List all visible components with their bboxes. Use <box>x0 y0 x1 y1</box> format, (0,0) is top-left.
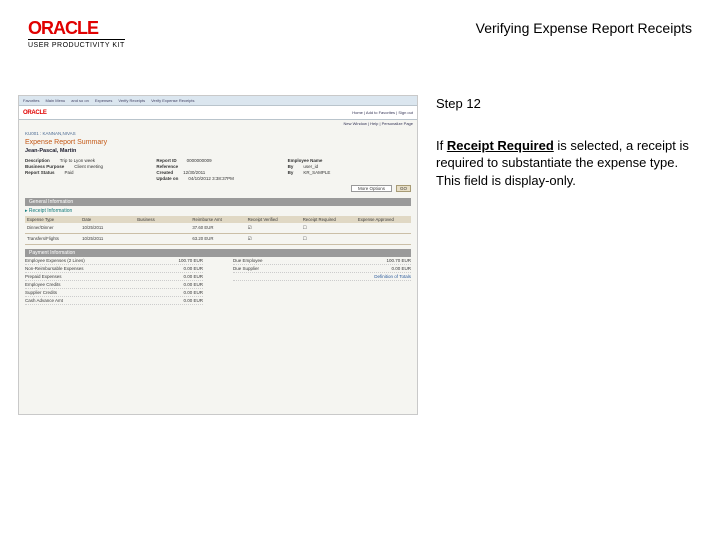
person-name: Jean-Pascal, Martin <box>25 148 411 154</box>
lbl: Reference <box>156 164 178 169</box>
val: 0.00 EUR <box>183 290 203 295</box>
field-col-left: Description Trip to Lyon week Business Pu… <box>25 157 148 182</box>
section-title: Expense Report Summary <box>25 139 411 146</box>
val: 04/10/2012 3:38:37PM <box>188 176 234 181</box>
cell <box>358 225 409 231</box>
cell: ☐ <box>303 236 354 242</box>
text: If <box>436 138 447 153</box>
val: Paid <box>65 170 74 175</box>
tab: Verify Expense Receipts <box>151 98 194 103</box>
shot-brandbar: ORACLE Home | Add to Favorites | Sign ou… <box>19 106 417 120</box>
col: Expense Type <box>27 217 78 222</box>
val: 100.70 EUR <box>178 258 203 263</box>
section-bar-general: General Information <box>25 198 411 206</box>
cell: ☑ <box>248 236 299 242</box>
val: 0.00 EUR <box>183 274 203 279</box>
lbl: Business Purpose <box>25 164 64 169</box>
val: 0.00 EUR <box>183 298 203 303</box>
cell: Transfers/Flights <box>27 236 78 242</box>
app-screenshot: Favorites Main Menu and so on Expenses V… <box>18 95 418 415</box>
field-col-right: Employee Name By user_id By KR_SAMPLE <box>288 157 411 182</box>
tab: Verify Receipts <box>118 98 145 103</box>
tab: Expenses <box>95 98 113 103</box>
payment-left: Employee Expenses (2 Lines) 100.70 EUR No… <box>25 257 203 305</box>
table-row: Dinner/Dinner 10/25/2011 37.60 EUR ☑ ☐ <box>25 223 411 234</box>
val: 0000000009 <box>187 158 212 163</box>
payment-columns: Employee Expenses (2 Lines) 100.70 EUR No… <box>25 257 411 305</box>
lbl: Employee Credits <box>25 282 61 287</box>
breadcrumb: KU001 : KANNAN,NIVAS <box>25 131 411 136</box>
val: 0.00 EUR <box>391 266 411 271</box>
lbl: Due Employee <box>233 258 263 263</box>
link: Definition of Totals <box>374 274 411 279</box>
page-header: ORACLE USER PRODUCTIVITY KIT Verifying E… <box>0 0 720 55</box>
payment-right: Due Employee 100.70 EUR Due Supplier 0.00 … <box>233 257 411 305</box>
col: Receipt Verified <box>248 217 299 222</box>
more-options-select: More Options <box>351 185 392 192</box>
val: 0.00 EUR <box>183 282 203 287</box>
lbl: Created <box>156 170 173 175</box>
lbl: By <box>288 170 294 175</box>
tab: and so on <box>71 98 89 103</box>
val: Client meeting <box>74 164 103 169</box>
lbl: By <box>288 164 294 169</box>
lbl: Employee Name <box>288 158 323 163</box>
cell: 37.60 EUR <box>192 225 243 231</box>
cell: 63.20 EUR <box>192 236 243 242</box>
shot-body: KU001 : KANNAN,NIVAS Expense Report Summ… <box>19 127 417 309</box>
lbl: Description <box>25 158 50 163</box>
lbl: Supplier Credits <box>25 290 57 295</box>
lbl: Cash Advance Amt <box>25 298 63 303</box>
col: Expense Approved <box>358 217 409 222</box>
lbl: Employee Expenses (2 Lines) <box>25 258 85 263</box>
val: user_id <box>303 164 318 169</box>
lbl: Report ID <box>156 158 176 163</box>
brand-links: Home | Add to Favorites | Sign out <box>352 110 413 115</box>
page-title: Verifying Expense Report Receipts <box>476 20 692 36</box>
col: Reimburse Amt <box>192 217 243 222</box>
cell: 10/25/2011 <box>82 225 133 231</box>
lbl: Non-Reimbursable Expenses <box>25 266 84 271</box>
val: 12/30/2011 <box>183 170 205 175</box>
cell <box>358 236 409 242</box>
col: Receipt Required <box>303 217 354 222</box>
table-row: Transfers/Flights 10/25/2011 63.20 EUR ☑… <box>25 234 411 245</box>
receipt-required-term: Receipt Required <box>447 138 554 153</box>
instruction-panel: Step 12 If Receipt Required is selected,… <box>436 95 692 415</box>
lbl: Prepaid Expenses <box>25 274 62 279</box>
cell: Dinner/Dinner <box>27 225 78 231</box>
step-label: Step 12 <box>436 95 692 113</box>
oracle-logo-subtitle: USER PRODUCTIVITY KIT <box>28 39 125 49</box>
cell <box>137 236 188 242</box>
lbl: Due Supplier <box>233 266 259 271</box>
more-options-row: More Options GO <box>25 185 411 192</box>
col: Date <box>82 217 133 222</box>
cell: ☐ <box>303 225 354 231</box>
section-bar-payment: Payment Information <box>25 249 411 257</box>
receipt-info-toggle: ▸ Receipt Information <box>25 206 411 216</box>
lbl: Update on <box>156 176 178 181</box>
val: Trip to Lyon week <box>60 158 95 163</box>
val: KR_SAMPLE <box>303 170 330 175</box>
oracle-logo: ORACLE <box>28 18 125 39</box>
lbl: Report Status <box>25 170 55 175</box>
cell: 10/25/2011 <box>82 236 133 242</box>
field-col-mid: Report ID 0000000009 Reference Created 12/… <box>156 157 279 182</box>
page-links: New Window | Help | Personalize Page <box>19 120 417 127</box>
tab: Favorites <box>23 98 39 103</box>
val: 0.00 EUR <box>183 266 203 271</box>
shot-topbar: Favorites Main Menu and so on Expenses V… <box>19 96 417 106</box>
content-area: Favorites Main Menu and so on Expenses V… <box>0 55 720 415</box>
cell: ☑ <box>248 225 299 231</box>
go-button: GO <box>396 185 411 192</box>
col: Business <box>137 217 188 222</box>
oracle-logo-block: ORACLE USER PRODUCTIVITY KIT <box>28 18 125 49</box>
instruction-text: If Receipt Required is selected, a recei… <box>436 137 692 190</box>
cell <box>137 225 188 231</box>
tab: Main Menu <box>45 98 65 103</box>
mini-oracle-logo: ORACLE <box>23 110 47 116</box>
val: 100.70 EUR <box>386 258 411 263</box>
expense-table-header: Expense Type Date Business Reimburse Amt… <box>25 216 411 223</box>
